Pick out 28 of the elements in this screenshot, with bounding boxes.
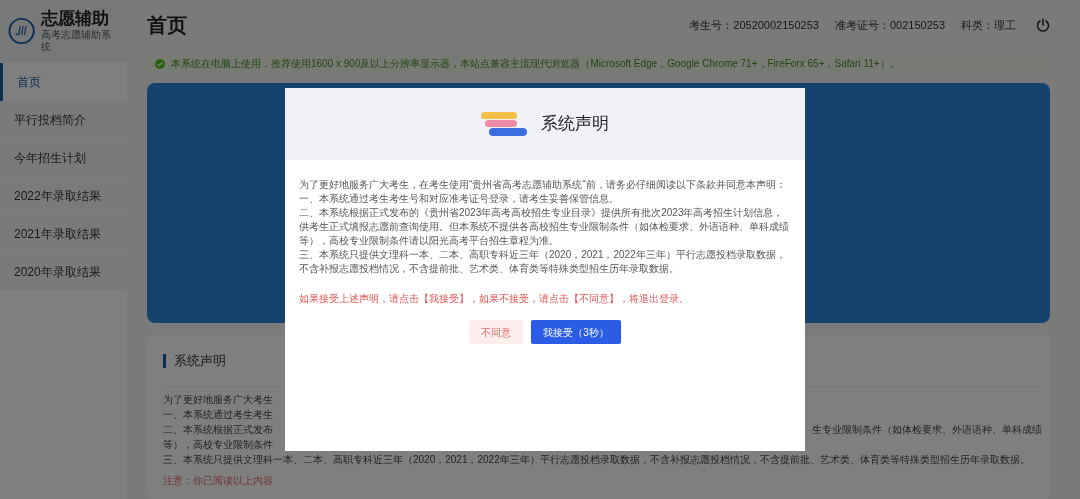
decline-button[interactable]: 不同意 <box>469 320 524 344</box>
sidebar-item[interactable]: 2021年录取结果 <box>0 215 127 253</box>
statement-paragraph: 为了更好地服务广大考生，在考生使用“贵州省高考志愿辅助系统”前，请务必仔细阅读以下条款并同意本声明： <box>299 178 787 192</box>
page-title: 首页 <box>147 13 187 38</box>
logo-icon <box>481 110 529 138</box>
card-text: 等），高校专业限制条件 <box>163 438 273 452</box>
user-info: 考生号：20520002150253 <box>689 17 819 33</box>
modal-title: 系统声明 <box>541 113 609 136</box>
logo-icon <box>8 17 36 45</box>
statement-paragraph: 二、本系统根据正式发布的《贵州省2023年高考高校招生专业目录》提供所有批次2023年高考招生计划信息，供考生正式填报志愿前查询使用。但本系统不提供各高校招生专业限制条件（如体检要求、外语语种、单科成绩等），高校专业限制条件请以阳光高考平台招生章程为准。 <box>299 206 790 248</box>
user-info: 科类：理工 <box>961 17 1016 33</box>
sidebar-item[interactable]: 2022年录取结果 <box>0 177 127 215</box>
statement-paragraph: 三、本系统只提供文理科一本、二本、高职专科近三年（2020，2021，2022年三年）平行志愿投档录取数据，不含补报志愿投档情况，不含提前批、艺术类、体育类等特殊类型招生历年录取数据。 <box>299 248 787 276</box>
check-icon <box>155 58 165 69</box>
logo-title: 志愿辅助 <box>41 9 111 29</box>
sidebar-item[interactable]: 2020年录取结果 <box>0 253 127 291</box>
card-text: 为了更好地服务广大考生 <box>163 393 273 407</box>
card-title: 系统声明 <box>174 351 226 370</box>
user-info: 准考证号：002150253 <box>834 17 945 33</box>
logo-subtitle: 高考志愿辅助系统 <box>41 29 113 53</box>
notice-text: 本系统在电脑上使用，推荐使用1600 x 900及以上分辨率显示器，本站点兼容主流现代浏览器（Microsoft Edge，Google Chrome 71+，FireForx 65+，Safari 11+）。 <box>171 57 900 71</box>
power-icon[interactable] <box>1036 18 1050 32</box>
accept-button[interactable]: 我接受（3秒） <box>531 320 621 344</box>
sidebar-item[interactable]: 今年招生计划 <box>0 139 127 177</box>
sidebar-item[interactable]: 平行投档简介 <box>0 101 127 139</box>
statement-paragraph: 一、本系统通过考生考生号和对应准考证号登录，请考生妥善保管信息。 <box>299 192 620 206</box>
card-text: 生专业限制条件（如体检要求、外语语种、单科成绩 <box>812 423 1042 437</box>
warning-text: 如果接受上述声明，请点击【我接受】，如果不接受，请点击【不同意】，将退出登录。 <box>299 292 690 306</box>
